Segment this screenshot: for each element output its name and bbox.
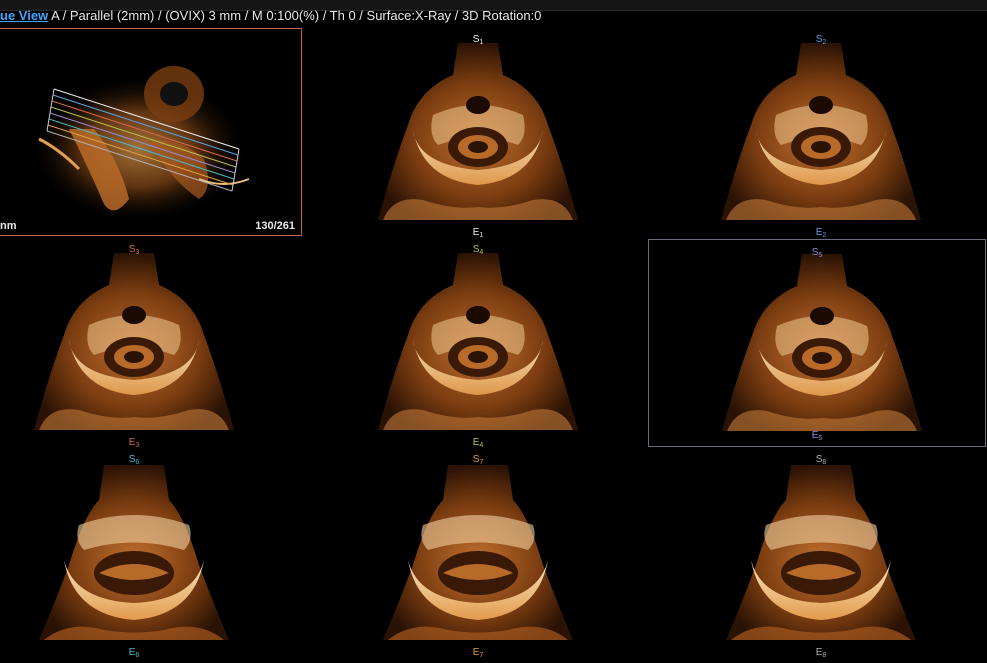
slice-index: 1 [479, 232, 484, 239]
slice-cell-3[interactable]: S3 E3 [19, 245, 249, 453]
view-parameters: A / Parallel (2mm) / (OVIX) 3 mm / M 0:1… [48, 8, 542, 23]
slice-image-2 [721, 43, 921, 220]
slice-index: 5 [818, 435, 823, 442]
view-mode-link[interactable]: ue View [0, 8, 48, 23]
slice-start-label-4: S4 [472, 244, 484, 257]
slice-start-label-6: S6 [128, 454, 140, 467]
slice-index: 2 [822, 39, 827, 46]
slice-start-label-8: S8 [815, 454, 827, 467]
slice-index: 8 [822, 652, 827, 659]
slice-cell-5[interactable]: S5 E5 [648, 239, 986, 447]
slice-index: 6 [135, 459, 140, 466]
slice-end-label-1: E1 [472, 227, 484, 240]
slice-start-label-2: S2 [815, 34, 827, 47]
slice-start-label-5: S5 [811, 247, 823, 260]
slice-image-7 [383, 465, 573, 640]
slice-end-label-5: E5 [811, 430, 823, 443]
slice-cell-1[interactable]: S1 E1 [363, 35, 593, 243]
slice-index: 7 [479, 459, 484, 466]
slice-index: 8 [822, 459, 827, 466]
slice-start-label-3: S3 [128, 244, 140, 257]
slice-index: 4 [479, 249, 484, 256]
slice-index: 6 [135, 652, 140, 659]
slice-cell-7[interactable]: S7 E7 [363, 455, 593, 663]
slice-index: 4 [479, 442, 484, 449]
view-info-bar: ue View A / Parallel (2mm) / (OVIX) 3 mm… [0, 8, 541, 26]
scale-label: nm [0, 220, 17, 232]
slice-start-label-7: S7 [472, 454, 484, 467]
slice-start-label-1: S1 [472, 34, 484, 47]
slice-image-1 [378, 43, 578, 220]
slice-end-label-3: E3 [128, 437, 140, 450]
reference-render-pane[interactable]: nm 130/261 [0, 28, 302, 236]
slice-cell-8[interactable]: S8 E8 [706, 455, 936, 663]
slice-index: 1 [479, 39, 484, 46]
slice-image-6 [39, 465, 229, 640]
slice-index: 5 [818, 252, 823, 259]
slice-cell-2[interactable]: S2 E2 [706, 35, 936, 243]
slice-cell-6[interactable]: S6 E6 [19, 455, 249, 663]
slice-image-8 [726, 465, 916, 640]
slice-index: 2 [822, 232, 827, 239]
reference-render-image [29, 66, 250, 224]
slice-image-5 [722, 254, 922, 431]
slice-index: 7 [479, 652, 484, 659]
slice-end-label-4: E4 [472, 437, 484, 450]
slice-index: 3 [135, 249, 140, 256]
slice-cell-4[interactable]: S4 E4 [363, 245, 593, 453]
slice-index: 3 [135, 442, 140, 449]
slice-counter: 130/261 [255, 220, 295, 232]
slice-image-4 [378, 253, 578, 430]
slice-image-3 [34, 253, 234, 430]
